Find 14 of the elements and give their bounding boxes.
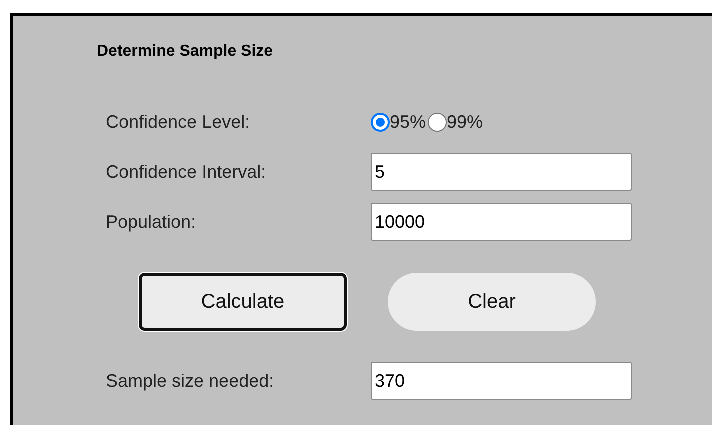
action-button[interactable]: Clear bbox=[388, 273, 596, 331]
field-label: Confidence Interval: bbox=[106, 160, 268, 184]
input-field[interactable]: 10000 bbox=[371, 203, 632, 241]
action-button[interactable]: Calculate bbox=[139, 273, 347, 331]
field-label: Population: bbox=[106, 210, 198, 234]
input-field[interactable]: 5 bbox=[371, 153, 632, 191]
radio-button[interactable] bbox=[428, 112, 448, 132]
radio-label: 99% bbox=[447, 110, 484, 134]
form-title: Determine Sample Size bbox=[97, 42, 274, 60]
field-label: Sample size needed: bbox=[106, 370, 276, 393]
radio-label: 95% bbox=[390, 110, 426, 134]
radio-button[interactable] bbox=[371, 112, 390, 132]
field-label: Confidence Level: bbox=[106, 110, 252, 134]
input-field[interactable]: 370 bbox=[371, 362, 632, 400]
